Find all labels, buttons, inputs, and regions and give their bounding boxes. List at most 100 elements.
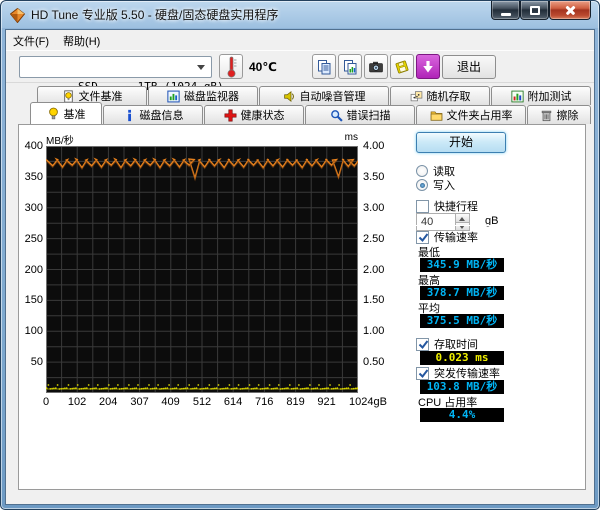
tab-label: 基准 xyxy=(63,108,86,121)
tab-disk-monitor[interactable]: 磁盘监视器 xyxy=(148,86,258,105)
tab-label: 文件夹占用率 xyxy=(446,110,513,122)
access-time-display: 0.023 ms xyxy=(420,351,504,365)
tab-random-access[interactable]: 随机存取 xyxy=(390,86,490,105)
save-icon xyxy=(394,59,410,75)
app-window: HD Tune 专业版 5.50 - 硬盘/固态硬盘实用程序 文件(F) 帮助(H… xyxy=(0,0,600,510)
stepper-value: 40 xyxy=(421,216,434,228)
minimize-icon xyxy=(501,13,511,16)
y-left-axis-unit: MB/秒 xyxy=(46,136,74,147)
checkbox-checked-icon[interactable] xyxy=(416,337,429,351)
tab-error-scan[interactable]: 错误扫描 xyxy=(305,105,415,124)
tab-aam[interactable]: 自动噪音管理 xyxy=(259,86,389,105)
benchmark-chart xyxy=(45,146,361,393)
health-icon xyxy=(224,109,237,122)
radio-selected-icon[interactable] xyxy=(416,179,428,191)
transfer-rate-label: 传输速率 xyxy=(434,232,478,244)
tab-label: 磁盘信息 xyxy=(139,110,184,122)
checkbox-checked-icon[interactable] xyxy=(416,230,429,244)
error-scan-icon xyxy=(330,109,343,122)
disk-monitor-icon xyxy=(167,90,180,103)
x-axis-tick: 716 xyxy=(254,396,274,408)
window-title: HD Tune 专业版 5.50 - 硬盘/固态硬盘实用程序 xyxy=(31,8,279,22)
toolbar: SSD 1TB (1024 gB) 40℃ 退出 xyxy=(6,50,594,93)
tab-label: 擦除 xyxy=(556,110,579,122)
copy-text-icon xyxy=(316,59,332,75)
y-right-axis-tick: 3.50 xyxy=(363,170,385,183)
menu-item-file[interactable]: 文件(F) xyxy=(6,30,56,49)
x-axis-tick: 102 xyxy=(67,396,87,408)
access-time-label: 存取时间 xyxy=(434,339,478,351)
tab-disk-info[interactable]: 磁盘信息 xyxy=(103,105,203,124)
checkbox-unchecked-icon[interactable] xyxy=(416,199,429,213)
x-axis-tick: 0 xyxy=(42,396,50,408)
separator xyxy=(413,225,508,226)
tab-erase[interactable]: 擦除 xyxy=(527,105,591,124)
update-icon xyxy=(420,59,436,75)
y-axis-tick: 50 xyxy=(30,356,43,369)
write-radio[interactable]: 写入 xyxy=(416,177,455,193)
tab-extra-tests[interactable]: 附加测试 xyxy=(491,86,591,105)
tab-label: 自动噪音管理 xyxy=(299,91,366,103)
benchmark-tab-page: MB/秒 ms 400 350 300 250 200 150 100 50 4.00 3.50 3… xyxy=(18,124,586,490)
x-axis-tick: 512 xyxy=(192,396,212,408)
tab-health[interactable]: 健康状态 xyxy=(204,105,304,124)
y-right-axis-tick: 1.00 xyxy=(363,325,385,338)
burst-rate-label: 突发传输速率 xyxy=(434,368,500,380)
separator xyxy=(413,332,508,333)
tab-label: 磁盘监视器 xyxy=(184,91,239,103)
tab-folder-usage[interactable]: 文件夹占用率 xyxy=(416,105,526,124)
copy-image-icon xyxy=(342,59,358,75)
title-bar[interactable]: HD Tune 专业版 5.50 - 硬盘/固态硬盘实用程序 xyxy=(1,1,599,29)
tab-label: 随机存取 xyxy=(426,91,471,103)
save-button[interactable] xyxy=(390,54,414,79)
stepper-up-button[interactable] xyxy=(455,214,469,222)
close-icon xyxy=(565,5,576,16)
menu-bar: 文件(F) 帮助(H) xyxy=(6,30,594,50)
extra-tests-icon xyxy=(510,90,524,103)
y-axis-tick: 400 xyxy=(24,140,43,152)
update-button[interactable] xyxy=(416,54,440,79)
transfer-rate-checkbox[interactable]: 传输速率 xyxy=(416,229,478,245)
max-value-display: 378.7 MB/秒 xyxy=(420,286,504,300)
tab-benchmark[interactable]: 基准 xyxy=(30,102,102,124)
radio-icon[interactable] xyxy=(416,165,428,177)
benchmark-icon xyxy=(47,107,60,120)
start-button[interactable]: 开始 xyxy=(416,132,506,153)
y-right-axis-tick: 0.50 xyxy=(363,356,385,369)
folder-usage-icon xyxy=(430,109,443,122)
camera-button[interactable] xyxy=(364,54,388,79)
maximize-button[interactable] xyxy=(520,1,549,20)
y-axis-tick: 250 xyxy=(24,232,43,245)
y-axis-tick: 100 xyxy=(24,325,43,338)
burst-rate-display: 103.8 MB/秒 xyxy=(420,380,504,394)
y-right-axis-unit: ms xyxy=(344,132,358,143)
short-stroke-checkbox[interactable]: 快捷行程 xyxy=(416,198,478,214)
drive-selector[interactable]: SSD 1TB (1024 gB) xyxy=(19,56,224,93)
menu-item-help[interactable]: 帮助(H) xyxy=(56,30,107,49)
y-right-axis-tick: 3.00 xyxy=(363,201,385,214)
y-axis-tick: 200 xyxy=(24,263,43,276)
random-access-icon xyxy=(410,90,423,103)
maximize-icon xyxy=(530,6,540,15)
client-area: 文件(F)帮助(H) SSD 1TB (1024 gB) 40℃ 退出 文件基准… xyxy=(5,29,595,505)
y-right-axis-tick: 2.00 xyxy=(363,263,385,276)
y-right-axis-tick: 1.50 xyxy=(363,294,385,307)
checkbox-checked-icon[interactable] xyxy=(416,366,429,380)
minimize-button[interactable] xyxy=(491,1,520,20)
disk-info-icon xyxy=(123,109,136,122)
chevron-down-icon xyxy=(197,65,205,70)
close-button[interactable] xyxy=(549,1,591,20)
file-benchmark-icon xyxy=(62,89,75,103)
copy-text-button[interactable] xyxy=(312,54,336,79)
separator xyxy=(413,194,508,195)
y-right-axis-tick: 4.00 xyxy=(363,140,385,152)
access-time-checkbox[interactable]: 存取时间 xyxy=(416,336,478,352)
copy-image-button[interactable] xyxy=(338,54,362,79)
tab-label: 健康状态 xyxy=(240,110,285,122)
temperature-button[interactable] xyxy=(219,54,243,79)
x-axis-tick: 819 xyxy=(286,396,305,408)
tab-label: 错误扫描 xyxy=(346,110,391,122)
temperature-value: 40℃ xyxy=(249,60,277,74)
exit-button[interactable]: 退出 xyxy=(442,55,496,79)
burst-rate-checkbox[interactable]: 突发传输速率 xyxy=(416,365,500,381)
